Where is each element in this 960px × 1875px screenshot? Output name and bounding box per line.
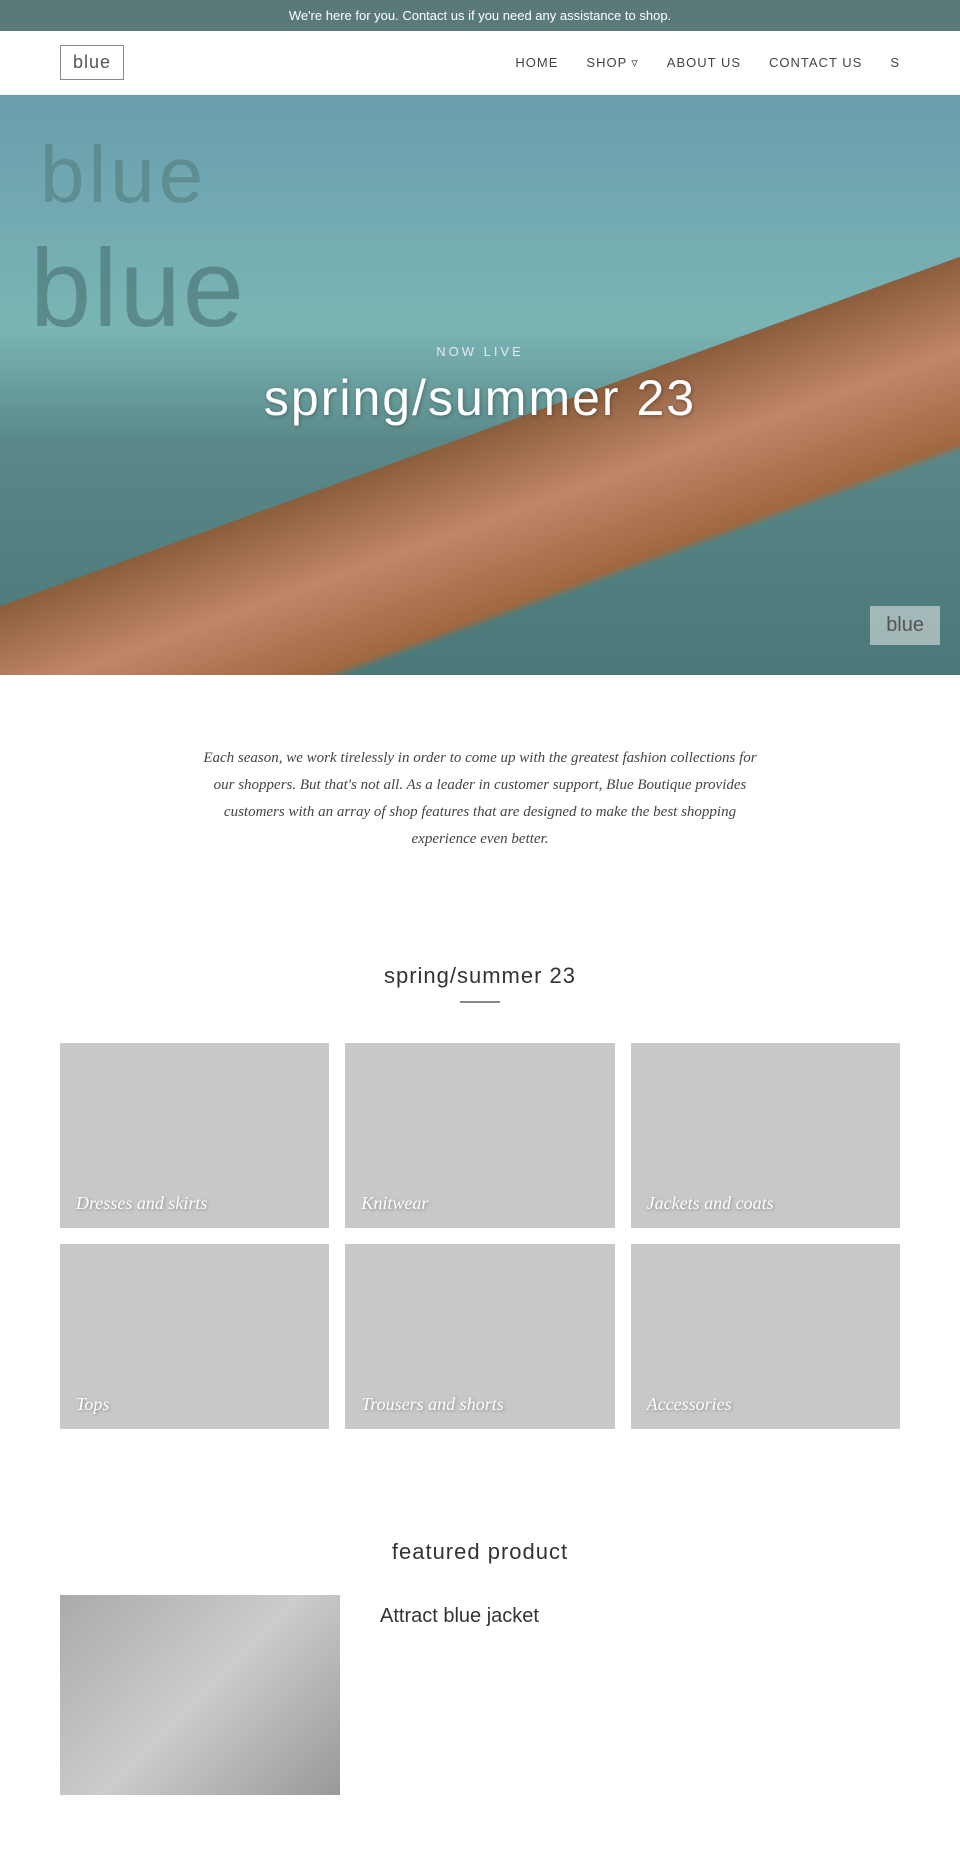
- collection-item-label: Dresses and skirts: [76, 1193, 207, 1214]
- nav-search[interactable]: S: [890, 55, 900, 70]
- banner-text: We're here for you. Contact us if you ne…: [289, 8, 671, 23]
- collections-divider: [460, 1001, 500, 1003]
- collection-item-knitwear[interactable]: Knitwear: [345, 1043, 614, 1228]
- collection-item-label: Accessories: [647, 1394, 732, 1415]
- collection-item-tops[interactable]: Tops: [60, 1244, 329, 1429]
- collection-item-label: Knitwear: [361, 1193, 428, 1214]
- featured-section: featured product Attract blue jacket: [0, 1489, 960, 1825]
- hero-content: NOW LIVE spring/summer 23: [264, 344, 696, 427]
- nav-home[interactable]: HOME: [515, 55, 558, 70]
- collection-item-dresses[interactable]: Dresses and skirts: [60, 1043, 329, 1228]
- hero-now-live: NOW LIVE: [264, 344, 696, 359]
- hero-title: spring/summer 23: [264, 369, 696, 427]
- hero-corner-logo: blue: [870, 606, 940, 645]
- featured-product-info: Attract blue jacket: [380, 1595, 900, 1628]
- featured-product-img-placeholder: [60, 1595, 340, 1795]
- collection-item-label: Tops: [76, 1394, 109, 1415]
- nav-contact[interactable]: CONTACT US: [769, 55, 862, 70]
- hero-section: blue blue NOW LIVE spring/summer 23 blue: [0, 95, 960, 675]
- hero-store-text-large: blue: [30, 225, 246, 352]
- top-banner: We're here for you. Contact us if you ne…: [0, 0, 960, 31]
- collection-item-accessories[interactable]: Accessories: [631, 1244, 900, 1429]
- main-nav: HOME SHOP ▿ ABOUT US CONTACT US S: [515, 55, 900, 71]
- collection-item-jackets[interactable]: Jackets and coats: [631, 1043, 900, 1228]
- nav-shop[interactable]: SHOP ▿: [586, 55, 638, 71]
- featured-product-image: [60, 1595, 340, 1795]
- logo[interactable]: blue: [60, 45, 124, 80]
- featured-title: featured product: [60, 1539, 900, 1565]
- collections-title: spring/summer 23: [60, 963, 900, 989]
- description-text: Each season, we work tirelessly in order…: [200, 745, 760, 853]
- collection-item-label: Jackets and coats: [647, 1193, 774, 1214]
- header: blue HOME SHOP ▿ ABOUT US CONTACT US S: [0, 31, 960, 95]
- collection-item-trousers[interactable]: Trousers and shorts: [345, 1244, 614, 1429]
- description-section: Each season, we work tirelessly in order…: [0, 675, 960, 923]
- featured-product-name: Attract blue jacket: [380, 1605, 900, 1628]
- collections-section: spring/summer 23 Dresses and skirts Knit…: [0, 923, 960, 1489]
- collections-grid: Dresses and skirts Knitwear Jackets and …: [60, 1043, 900, 1429]
- nav-about[interactable]: ABOUT US: [667, 55, 741, 70]
- chevron-down-icon: ▿: [631, 55, 639, 71]
- hero-store-text-top: blue: [40, 135, 207, 215]
- featured-product-row: Attract blue jacket: [60, 1595, 900, 1795]
- collection-item-label: Trousers and shorts: [361, 1394, 503, 1415]
